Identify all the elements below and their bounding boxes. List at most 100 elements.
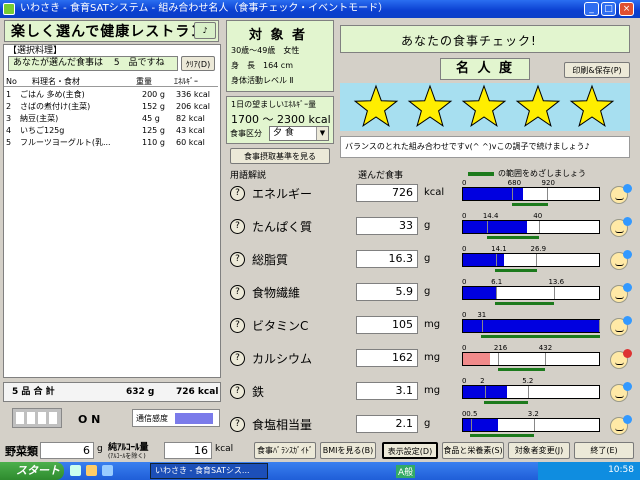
quicklaunch	[70, 465, 130, 477]
range-zero: 0	[462, 179, 467, 187]
change-person-button[interactable]: 対象者変更(J)	[508, 442, 570, 459]
help-icon[interactable]: ?	[230, 219, 245, 234]
range-min: 680	[507, 179, 522, 187]
exit-button[interactable]: 終了(E)	[574, 442, 634, 459]
range-max: 13.6	[548, 278, 565, 286]
veg-unit: g	[97, 444, 103, 454]
help-icon[interactable]: ?	[230, 186, 245, 201]
face-mouth	[615, 296, 624, 299]
sad-face-icon	[610, 349, 632, 369]
nutrient-bar	[462, 187, 600, 201]
nutrient-unit: kcal	[424, 187, 445, 198]
help-icon[interactable]: ?	[230, 351, 245, 366]
nutrient-name: カルシウム	[252, 352, 313, 366]
target-range-bar	[511, 203, 548, 206]
face-mouth	[615, 230, 624, 233]
nutrient-unit: mg	[424, 352, 441, 363]
range-tick	[482, 320, 484, 332]
nutrient-name: ビタミンC	[252, 319, 309, 333]
desktop-icon[interactable]	[102, 465, 113, 476]
nutrient-bar	[462, 220, 600, 234]
help-icon[interactable]: ?	[230, 417, 245, 432]
veg-value: 6	[40, 442, 94, 459]
range-tick	[533, 419, 535, 431]
face-badge-icon	[623, 184, 632, 193]
nutrient-value: 162	[356, 349, 418, 367]
face-mouth	[615, 362, 624, 365]
clock: 10:58	[608, 465, 634, 475]
face-badge-icon	[623, 415, 632, 424]
range-max: 26.9	[530, 245, 547, 253]
balance-guide-button[interactable]: 食事ﾊﾞﾗﾝｽｶﾞｲﾄﾞ	[254, 442, 316, 459]
range-max: 432	[538, 344, 553, 352]
start-button[interactable]: スタート	[0, 462, 64, 480]
face-mouth	[615, 428, 624, 431]
alcohol-unit: kcal	[215, 444, 234, 454]
nutrient-name: 鉄	[252, 385, 265, 399]
target-range-bar	[495, 302, 555, 305]
ie-icon[interactable]	[70, 465, 81, 476]
target-range-bar	[495, 269, 537, 272]
nutrient-bar-fill	[463, 188, 523, 200]
bottom-bar: 野菜類 6 g 純ｱﾙｺｰﾙ量 (ｱﾙｺｰﾙを除く) 16 kcal 食事ﾊﾞﾗ…	[0, 440, 640, 462]
range-tick	[495, 254, 497, 266]
range-min: 2	[480, 377, 485, 385]
taskbar-task[interactable]: いわさき - 食育SATシス...	[150, 463, 268, 479]
nutrient-name: たんぱく質	[252, 220, 313, 234]
range-zero: 0	[462, 311, 467, 319]
help-icon[interactable]: ?	[230, 252, 245, 267]
alcohol-value: 16	[164, 442, 212, 459]
range-tick	[599, 320, 600, 332]
nutrient-list: ? エネルギー 726 kcal 680 920 0? たんぱく質 33 g 14.4 40 0? 総脂質…	[0, 0, 640, 440]
bmi-button[interactable]: BMIを見る(B)	[320, 442, 376, 459]
face-mouth	[615, 395, 624, 398]
nutrient-bar-fill	[463, 353, 491, 365]
range-tick	[547, 188, 549, 200]
range-tick	[554, 287, 556, 299]
range-max: 920	[541, 179, 555, 187]
nutrient-value: 2.1	[356, 415, 418, 433]
folder-icon[interactable]	[86, 465, 97, 476]
nutrient-unit: mg	[424, 385, 441, 396]
nutrient-unit: g	[424, 418, 431, 429]
target-range-bar	[484, 401, 529, 404]
range-min: 6.1	[491, 278, 503, 286]
nutrient-bar-fill	[463, 254, 504, 266]
nutrient-bar-fill	[463, 320, 599, 332]
nutrient-bar-fill	[463, 221, 527, 233]
range-zero: 0	[462, 410, 467, 418]
nutrient-value: 33	[356, 217, 418, 235]
veg-label: 野菜類	[5, 445, 38, 458]
range-tick	[511, 188, 513, 200]
face-badge-icon	[623, 250, 632, 259]
nutrient-bar	[462, 319, 600, 333]
nutrient-bar	[462, 253, 600, 267]
range-tick	[495, 287, 497, 299]
ime-indicator[interactable]: A般	[396, 465, 416, 478]
help-icon[interactable]: ?	[230, 384, 245, 399]
target-range-bar	[497, 368, 545, 371]
help-icon[interactable]: ?	[230, 318, 245, 333]
range-min: 14.1	[491, 245, 507, 253]
help-icon[interactable]: ?	[230, 285, 245, 300]
target-range-bar	[481, 335, 600, 338]
face-mouth	[615, 197, 624, 200]
smile-face-icon	[610, 283, 632, 303]
nutrient-bar-fill	[463, 419, 499, 431]
range-min: 0.5	[466, 410, 478, 418]
face-mouth	[615, 263, 624, 266]
range-tick	[484, 386, 486, 398]
taskbar: スタート いわさき - 食育SATシス... A般 10:58	[0, 462, 640, 480]
range-min: 31	[477, 311, 487, 319]
food-nutrient-button[interactable]: 食品と栄養素(S)	[442, 442, 504, 459]
face-badge-icon	[623, 382, 632, 391]
nutrient-unit: g	[424, 253, 431, 264]
smile-face-icon	[610, 184, 632, 204]
range-tick	[536, 254, 538, 266]
system-tray: 10:58	[538, 462, 640, 480]
display-settings-button[interactable]: 表示設定(D)	[382, 442, 438, 459]
smile-face-icon	[610, 316, 632, 336]
face-badge-icon	[623, 349, 632, 358]
face-badge-icon	[623, 217, 632, 226]
range-min: 14.4	[482, 212, 499, 220]
